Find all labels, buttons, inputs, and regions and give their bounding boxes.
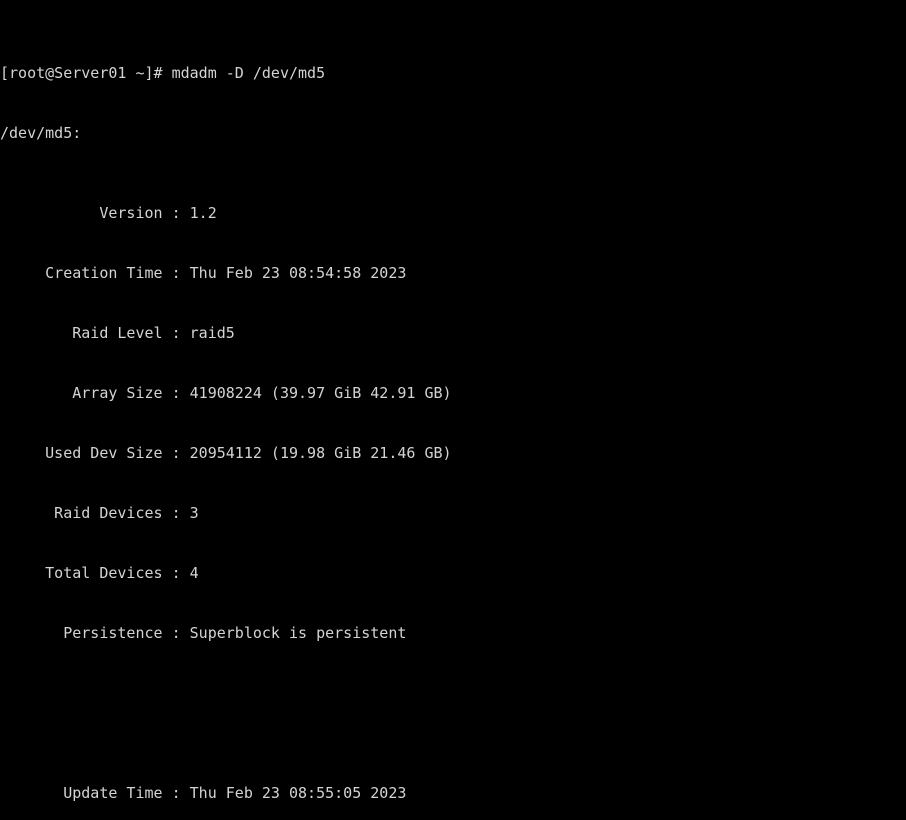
field-update-time: Update Time : Thu Feb 23 08:55:05 2023 [0,784,407,802]
field-raid-level: Raid Level : raid5 [0,324,235,342]
field-used-dev-size: Used Dev Size : 20954112 (19.98 GiB 21.4… [0,444,452,462]
field-version: Version : 1.2 [0,204,217,222]
terminal-screen-buffer: [root@Server01 ~]# mdadm -D /dev/md5 /de… [0,3,614,820]
terminal-command-line: [root@Server01 ~]# mdadm -D /dev/md5 [0,64,326,82]
field-total-devices: Total Devices : 4 [0,564,199,582]
field-raid-devices: Raid Devices : 3 [0,504,199,522]
field-creation-time: Creation Time : Thu Feb 23 08:54:58 2023 [0,264,407,282]
array-device-header: /dev/md5: [0,124,82,142]
field-persistence: Persistence : Superblock is persistent [0,624,407,642]
field-array-size: Array Size : 41908224 (39.97 GiB 42.91 G… [0,384,452,402]
terminal-window[interactable]: [root@Server01 ~]# mdadm -D /dev/md5 /de… [0,0,906,820]
